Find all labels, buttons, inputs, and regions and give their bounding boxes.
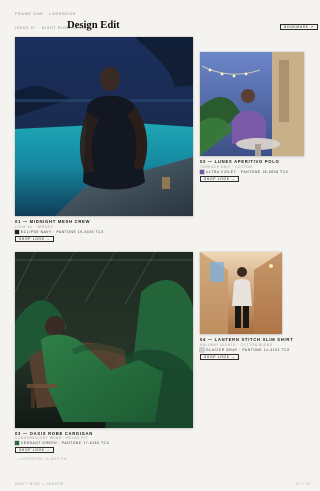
item-03-shop-button[interactable]: Shop Look →: [15, 447, 55, 453]
footer-left: Don't miss — Nights: [15, 482, 64, 486]
item-02-photo[interactable]: [200, 52, 304, 156]
footer-right: 07 / 07: [296, 482, 311, 486]
item-04-photo[interactable]: [200, 252, 282, 334]
color-label: Verdant Green · Pantone 17-6153 TCX: [21, 441, 110, 445]
item-04-shop-button[interactable]: Shop Look →: [200, 354, 240, 360]
color-label: Eclipse Navy · Pantone 19-4026 TCX: [21, 230, 104, 234]
page-title: Design Edit: [67, 20, 120, 31]
bookmark-button[interactable]: Bookmark ↗: [280, 24, 318, 30]
shop-button-label: Shop Look →: [204, 177, 236, 181]
photo-illustration-hallway: [200, 252, 282, 334]
item-02-title: 02 — Lunes Aperitivo Polo: [200, 159, 280, 164]
photo-illustration-pool-night: [15, 37, 193, 216]
item-01-color: Eclipse Navy · Pantone 19-4026 TCX: [15, 230, 104, 234]
item-04-title: 04 — Lantern Stitch Slim Shirt: [200, 337, 294, 342]
bookmark-label: Bookmark ↗: [284, 25, 314, 29]
color-swatch: [15, 441, 19, 445]
color-swatch: [200, 170, 204, 174]
top-kicker: Frame One · Lookbook: [15, 12, 76, 16]
shop-button-label: Shop Look →: [19, 448, 51, 452]
item-04-subtitle: Hallway Nights · Cotton Blend: [200, 343, 273, 347]
item-01-title: 01 — Midnight Mesh Crew: [15, 219, 91, 224]
photo-illustration-terrace: [200, 52, 304, 156]
item-02-color: Ultra Violet · Pantone 18-3838 TCX: [200, 170, 288, 174]
item-01-photo[interactable]: [15, 37, 193, 216]
item-03-color: Verdant Green · Pantone 17-6153 TCX: [15, 441, 109, 445]
color-label: Glacier Gray · Pantone 14-4102 TCX: [206, 348, 290, 352]
item-03-note: — Lookbook In Motion: [15, 457, 67, 461]
item-02-subtitle: Terrace Knit · Cotton: [200, 165, 253, 169]
color-label: Ultra Violet · Pantone 18-3838 TCX: [206, 170, 289, 174]
item-02-shop-button[interactable]: Shop Look →: [200, 176, 240, 182]
item-03-subtitle: Conservatory Wear · Relax Fit: [15, 436, 88, 440]
color-swatch: [200, 348, 204, 352]
color-swatch: [15, 230, 19, 234]
item-01-subtitle: Look 01 · Jersey: [15, 225, 54, 229]
item-03-photo[interactable]: [15, 252, 193, 428]
shop-button-label: Shop Look →: [19, 237, 51, 241]
photo-illustration-conservatory: [15, 252, 193, 428]
shop-button-label: Shop Look →: [204, 355, 236, 359]
item-04-color: Glacier Gray · Pantone 14-4102 TCX: [200, 348, 290, 352]
item-01-shop-button[interactable]: Shop Look →: [15, 236, 55, 242]
